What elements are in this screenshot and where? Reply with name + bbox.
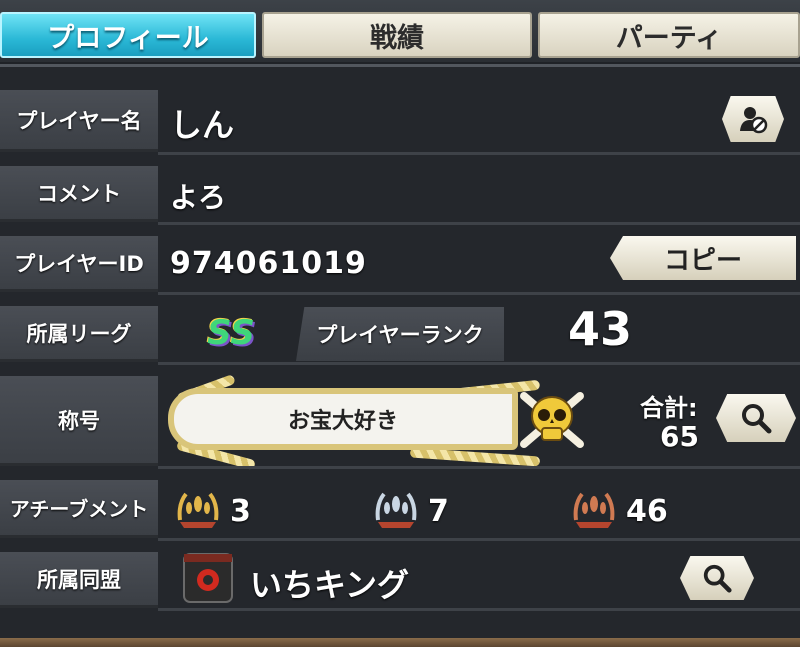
comment-label: コメント [0, 166, 158, 222]
bottom-frame [0, 638, 800, 647]
bronze-laurel-icon [573, 492, 615, 528]
skull-crossbones-icon [520, 392, 584, 448]
divider [158, 292, 800, 295]
title-banner[interactable]: お宝大好き [168, 388, 518, 450]
guild-search-button[interactable] [680, 556, 754, 600]
silver-laurel-icon [375, 492, 417, 528]
league-label: 所属リーグ [0, 306, 158, 362]
comment-value: よろ [170, 181, 227, 214]
achievement-silver-count: 7 [428, 494, 449, 529]
divider [158, 538, 800, 541]
achievement-gold-count: 3 [230, 494, 251, 529]
guild-flag-icon [183, 553, 233, 603]
player-rank-label-text: プレイヤーランク [316, 323, 484, 347]
player-name-label: プレイヤー名 [0, 90, 158, 152]
player-rank-value: 43 [568, 302, 633, 356]
title-search-button[interactable] [716, 394, 796, 442]
tab-record[interactable]: 戦績 [262, 12, 532, 58]
title-total-label: 合計: [640, 394, 698, 422]
title-label: 称号 [0, 376, 158, 466]
achievement-label: アチーブメント [0, 480, 158, 538]
divider [158, 608, 800, 611]
player-id-value: 974061019 [170, 246, 367, 281]
title-total-value: 65 [660, 420, 699, 453]
guild-name-value: いちキング [250, 566, 410, 604]
player-name-value: しん [170, 106, 235, 144]
title-value: お宝大好き [287, 409, 398, 434]
tab-party[interactable]: パーティ [538, 12, 800, 58]
player-id-label: プレイヤーID [0, 236, 158, 292]
league-badge: SS [206, 308, 256, 358]
gold-laurel-icon [177, 492, 219, 528]
player-rank-label: プレイヤーランク [296, 307, 504, 361]
copy-button-label: コピー [663, 245, 742, 276]
block-user-button[interactable] [722, 96, 784, 142]
tab-profile-label: プロフィール [47, 22, 209, 54]
divider [158, 222, 800, 225]
divider [158, 466, 800, 469]
divider [158, 362, 800, 365]
copy-id-button[interactable]: コピー [610, 236, 796, 280]
tab-profile[interactable]: プロフィール [0, 12, 256, 58]
magnifier-icon [742, 404, 772, 434]
tab-bar: プロフィール 戦績 パーティ [0, 0, 800, 62]
block-user-icon [740, 107, 768, 134]
magnifier-icon [703, 564, 732, 593]
guild-label: 所属同盟 [0, 552, 158, 608]
tab-party-label: パーティ [615, 22, 723, 54]
league-badge-text: SS [207, 313, 255, 353]
achievement-bronze-count: 46 [626, 494, 668, 529]
tab-record-label: 戦績 [370, 22, 424, 54]
divider [158, 152, 800, 155]
